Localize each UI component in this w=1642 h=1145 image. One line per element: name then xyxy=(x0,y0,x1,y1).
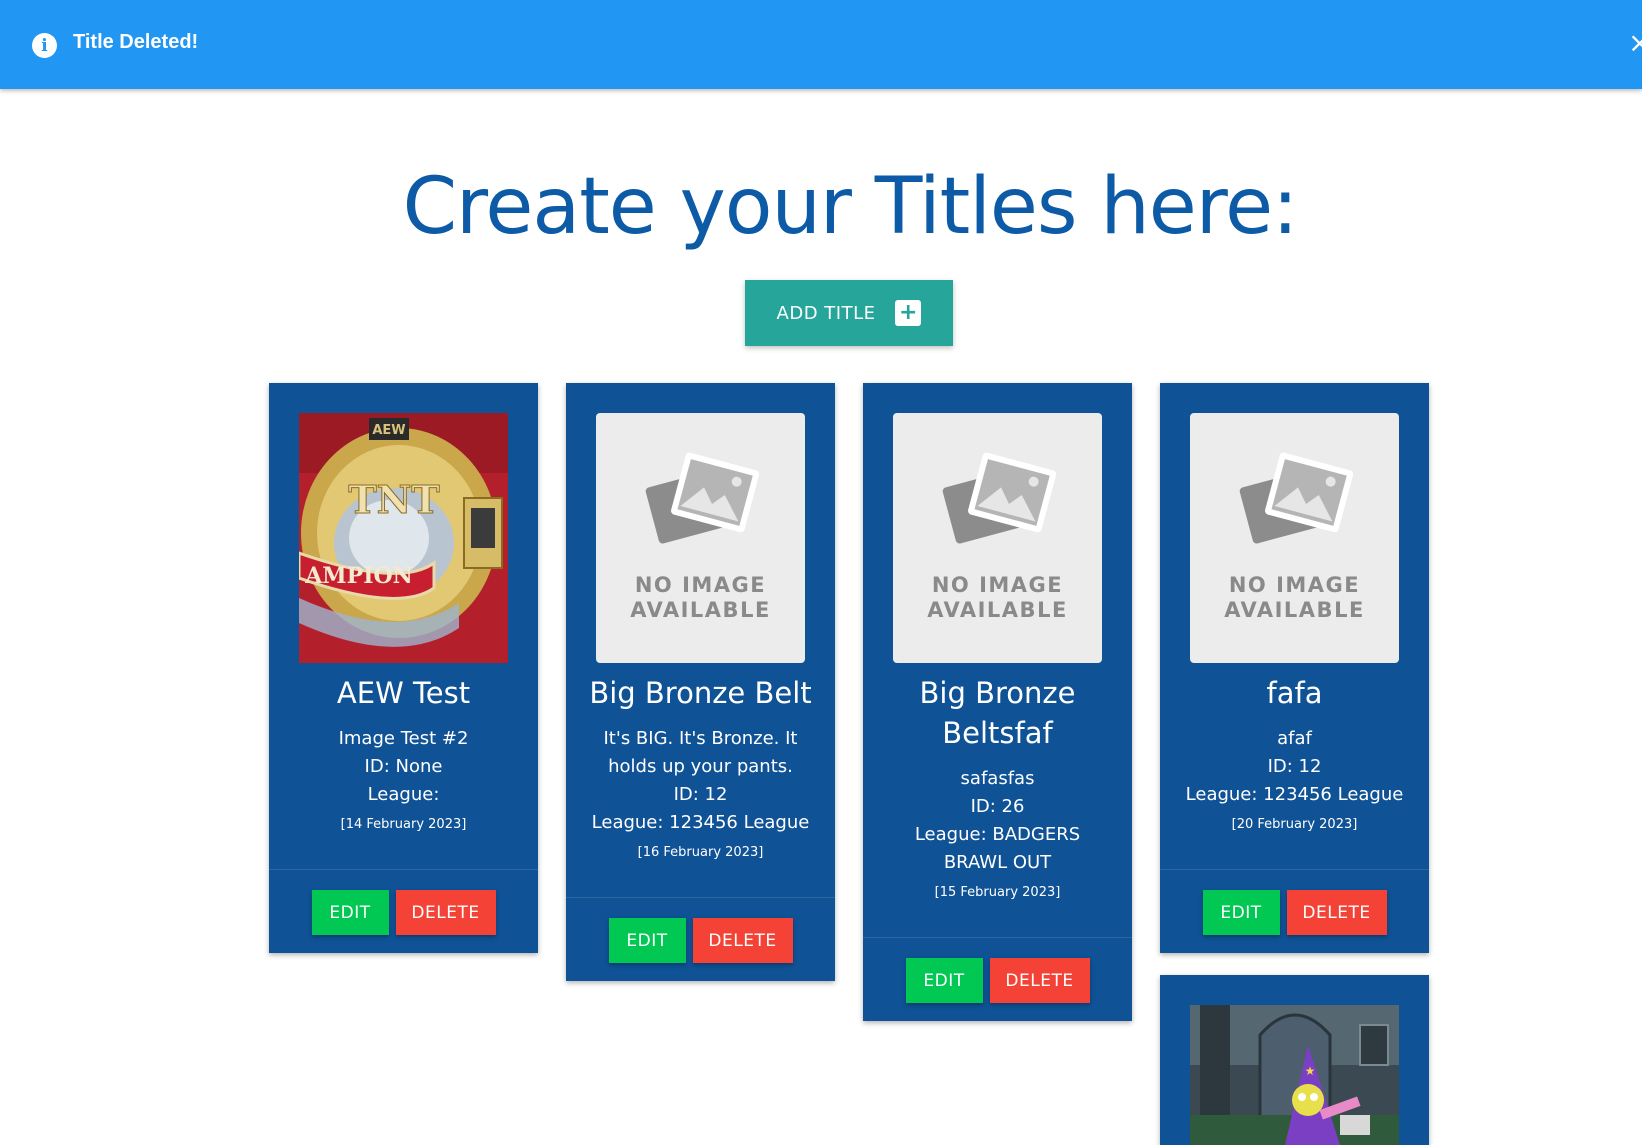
title-card: ★ xyxy=(1160,975,1429,1145)
card-title: fafa xyxy=(1266,676,1323,710)
title-card: NO IMAGE AVAILABLE Big Bronze Belt It's … xyxy=(566,383,835,981)
card-league: League: 123456 League xyxy=(1185,784,1404,805)
no-image-placeholder: NO IMAGE AVAILABLE xyxy=(1190,413,1399,663)
close-icon[interactable]: × xyxy=(1628,26,1642,60)
no-image-placeholder: NO IMAGE AVAILABLE xyxy=(893,413,1102,663)
delete-button[interactable]: DELETE xyxy=(692,918,793,963)
card-description: safasfas xyxy=(960,768,1035,789)
card-actions: EDIT DELETE xyxy=(863,937,1132,1021)
no-image-text: NO IMAGE AVAILABLE xyxy=(893,573,1102,623)
no-image-text: NO IMAGE AVAILABLE xyxy=(1190,573,1399,623)
delete-button[interactable]: DELETE xyxy=(989,958,1090,1003)
no-image-placeholder: NO IMAGE AVAILABLE xyxy=(596,413,805,663)
card-actions: EDIT DELETE xyxy=(566,897,835,981)
card-id: ID: 12 xyxy=(1267,756,1322,777)
photo-placeholder-icon xyxy=(1239,452,1353,544)
page-title: Create your Titles here: xyxy=(402,162,1299,252)
card-title: Big Bronze Belt xyxy=(589,676,812,710)
add-title-label: ADD TITLE xyxy=(776,302,876,324)
svg-text:AEW: AEW xyxy=(372,423,405,438)
no-image-line: NO IMAGE xyxy=(634,573,767,597)
championship-belt-image: AEW TNT AMPION xyxy=(299,413,508,663)
card-date: [14 February 2023] xyxy=(340,817,467,832)
no-image-line: NO IMAGE xyxy=(931,573,1064,597)
delete-button[interactable]: DELETE xyxy=(1286,890,1387,935)
title-card: NO IMAGE AVAILABLE Big Bronze Beltsfaf s… xyxy=(863,383,1132,1021)
card-id: ID: None xyxy=(364,756,443,777)
no-image-text: NO IMAGE AVAILABLE xyxy=(596,573,805,623)
card-title: AEW Test xyxy=(336,676,471,710)
plus-icon: + xyxy=(895,300,922,326)
svg-text:TNT: TNT xyxy=(348,477,439,522)
svg-text:AMPION: AMPION xyxy=(304,563,413,589)
card-league: League: BADGERS BRAWL OUT xyxy=(914,824,1081,873)
card-date: [15 February 2023] xyxy=(934,885,1061,900)
card-actions: EDIT DELETE xyxy=(269,869,538,953)
card-description: Image Test #2 xyxy=(338,728,469,749)
card-description: It's BIG. It's Bronze. It holds up your … xyxy=(603,728,798,777)
svg-text:★: ★ xyxy=(1305,1064,1316,1078)
card-id: ID: 26 xyxy=(970,796,1025,817)
edit-button[interactable]: EDIT xyxy=(608,918,686,963)
card-description: afaf xyxy=(1277,728,1312,749)
card-title: Big Bronze Beltsfaf xyxy=(919,676,1076,750)
cartoon-wizard-image: ★ xyxy=(1190,1005,1399,1145)
toast-message: Title Deleted! xyxy=(73,31,199,53)
card-id: ID: 12 xyxy=(673,784,728,805)
card-actions: EDIT DELETE xyxy=(1160,869,1429,953)
delete-button[interactable]: DELETE xyxy=(395,890,496,935)
no-image-line: NO IMAGE xyxy=(1228,573,1361,597)
card-league: League: xyxy=(367,784,440,805)
title-card: NO IMAGE AVAILABLE fafa afaf ID: 12 Leag… xyxy=(1160,383,1429,953)
add-title-button[interactable]: ADD TITLE + xyxy=(745,280,953,346)
photo-placeholder-icon xyxy=(942,452,1056,544)
photo-placeholder-icon xyxy=(645,452,759,544)
edit-button[interactable]: EDIT xyxy=(1202,890,1280,935)
title-card: AEW TNT AMPION AEW Test Image Test #2 ID… xyxy=(269,383,538,953)
card-body: Big Bronze Belt It's BIG. It's Bronze. I… xyxy=(566,673,835,897)
card-body: fafa afaf ID: 12 League: 123456 League [… xyxy=(1160,673,1429,869)
card-date: [16 February 2023] xyxy=(637,845,764,860)
card-body: AEW Test Image Test #2 ID: None League: … xyxy=(269,673,538,869)
card-body: Big Bronze Beltsfaf safasfas ID: 26 Leag… xyxy=(863,673,1132,937)
no-image-line: AVAILABLE xyxy=(1224,598,1365,622)
toast-notification: i Title Deleted! × xyxy=(0,0,1642,89)
no-image-line: AVAILABLE xyxy=(927,598,1068,622)
edit-button[interactable]: EDIT xyxy=(905,958,983,1003)
edit-button[interactable]: EDIT xyxy=(311,890,389,935)
no-image-line: AVAILABLE xyxy=(630,598,771,622)
card-league: League: 123456 League xyxy=(591,812,810,833)
info-icon: i xyxy=(32,33,57,58)
card-date: [20 February 2023] xyxy=(1231,817,1358,832)
